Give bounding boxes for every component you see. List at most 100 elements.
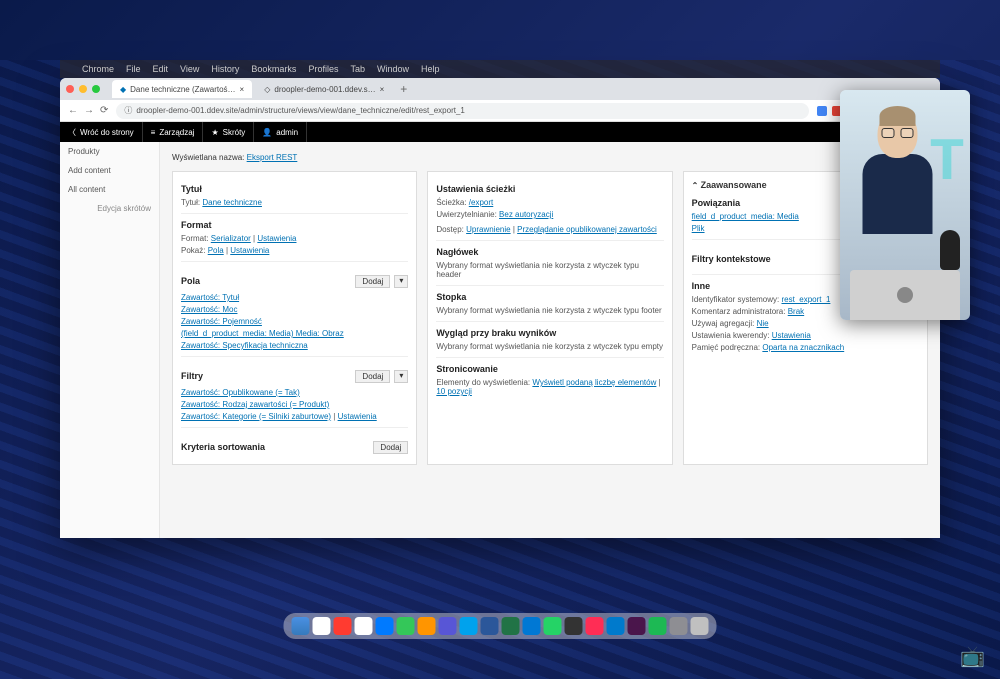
show-settings-link[interactable]: Ustawienia <box>230 246 269 255</box>
dock-app-icon[interactable] <box>586 617 604 635</box>
manage-menu[interactable]: ≡ Zarządzaj <box>143 122 204 142</box>
dock-settings-icon[interactable] <box>670 617 688 635</box>
add-filter-button[interactable]: Dodaj <box>355 370 390 383</box>
format-link[interactable]: Serializator <box>211 234 251 243</box>
close-tab-icon[interactable]: × <box>380 85 385 94</box>
access-link[interactable]: Uprawnienie <box>466 225 510 234</box>
user-icon: 👤 <box>262 128 272 137</box>
dock-trash-icon[interactable] <box>691 617 709 635</box>
menu-tab[interactable]: Tab <box>350 64 365 74</box>
title-link[interactable]: Dane techniczne <box>202 198 262 207</box>
dock-firefox-icon[interactable] <box>418 617 436 635</box>
menu-chrome[interactable]: Chrome <box>82 64 114 74</box>
field-link[interactable]: Zawartość: Tytuł <box>181 293 239 302</box>
menu-profiles[interactable]: Profiles <box>308 64 338 74</box>
aggregation-link[interactable]: Nie <box>757 319 769 328</box>
dock-whatsapp-icon[interactable] <box>544 617 562 635</box>
dock-app-icon[interactable] <box>397 617 415 635</box>
pager-count-link[interactable]: 10 pozycji <box>436 387 472 396</box>
user-menu[interactable]: 👤 admin <box>254 122 307 142</box>
add-field-dropdown[interactable]: ▾ <box>394 275 408 288</box>
reload-icon[interactable]: ⟳ <box>100 105 108 116</box>
menu-help[interactable]: Help <box>421 64 440 74</box>
dock-app-icon[interactable] <box>565 617 583 635</box>
browser-tab[interactable]: ◇ droopler-demo-001.ddev.s… × <box>256 80 392 98</box>
dock-finder-icon[interactable] <box>292 617 310 635</box>
section-contextual-filters: Filtry kontekstowe <box>692 254 771 264</box>
back-to-site[interactable]: 〈 Wróć do strony <box>60 122 143 142</box>
filter-link[interactable]: Zawartość: Opublikowane (= Tak) <box>181 388 300 397</box>
pager-link[interactable]: Wyświetl podaną liczbę elementów <box>532 378 656 387</box>
edit-shortcuts[interactable]: Edycja skrótów <box>60 199 159 218</box>
path-link[interactable]: /export <box>469 198 493 207</box>
add-field-button[interactable]: Dodaj <box>355 275 390 288</box>
shortcuts-sidebar: Produkty Add content All content Edycja … <box>60 142 160 538</box>
cache-link[interactable]: Oparta na znacznikach <box>762 343 844 352</box>
display-name-link[interactable]: Eksport REST <box>247 153 298 162</box>
dock-vscode-icon[interactable] <box>607 617 625 635</box>
close-tab-icon[interactable]: × <box>240 85 245 94</box>
maximize-window-button[interactable] <box>92 85 100 93</box>
sidebar-item[interactable]: Add content <box>60 161 159 180</box>
dock-outlook-icon[interactable] <box>523 617 541 635</box>
filter-settings-link[interactable]: Ustawienia <box>338 412 377 421</box>
field-link[interactable]: Zawartość: Moc <box>181 305 237 314</box>
admin-comment-link[interactable]: Brak <box>788 307 804 316</box>
star-icon: ★ <box>211 128 218 137</box>
tab-title: Dane techniczne (Zawartoś… <box>130 85 235 94</box>
address-input[interactable]: ⓘ droopler-demo-001.ddev.site/admin/stru… <box>116 103 809 119</box>
sidebar-item[interactable]: Produkty <box>60 142 159 161</box>
dock-excel-icon[interactable] <box>502 617 520 635</box>
macos-dock <box>284 613 717 639</box>
ext-icon[interactable] <box>817 106 827 116</box>
section-empty: Wygląd przy braku wyników <box>436 328 663 338</box>
relationship-link[interactable]: Plik <box>692 224 705 233</box>
filter-link[interactable]: Zawartość: Rodzaj zawartości (= Produkt) <box>181 400 329 409</box>
menu-history[interactable]: History <box>211 64 239 74</box>
dock-app-icon[interactable] <box>439 617 457 635</box>
field-link[interactable]: (field_d_product_media: Media) Media: Ob… <box>181 329 344 338</box>
menu-window[interactable]: Window <box>377 64 409 74</box>
dock-app-icon[interactable] <box>460 617 478 635</box>
field-link[interactable]: Zawartość: Pojemność <box>181 317 262 326</box>
shortcuts-menu[interactable]: ★ Skróty <box>203 122 254 142</box>
auth-link[interactable]: Bez autoryzacji <box>499 210 553 219</box>
minimize-window-button[interactable] <box>79 85 87 93</box>
menu-file[interactable]: File <box>126 64 141 74</box>
menu-view[interactable]: View <box>180 64 199 74</box>
dock-app-icon[interactable] <box>334 617 352 635</box>
menu-bookmarks[interactable]: Bookmarks <box>251 64 296 74</box>
section-fields: Pola <box>181 276 200 286</box>
dock-appstore-icon[interactable] <box>376 617 394 635</box>
site-info-icon[interactable]: ⓘ <box>124 105 132 116</box>
access-settings-link[interactable]: Przeglądanie opublikowanej zawartości <box>517 225 657 234</box>
dock-app-icon[interactable] <box>313 617 331 635</box>
section-footer: Stopka <box>436 292 663 302</box>
dock-calendar-icon[interactable] <box>355 617 373 635</box>
back-icon[interactable]: ← <box>68 105 78 116</box>
query-settings-link[interactable]: Ustawienia <box>772 331 811 340</box>
section-format: Format <box>181 220 408 230</box>
forward-icon[interactable]: → <box>84 105 94 116</box>
dock-slack-icon[interactable] <box>628 617 646 635</box>
filter-link[interactable]: Zawartość: Kategorie (= Silniki zaburtow… <box>181 412 331 421</box>
browser-tab-active[interactable]: ◆ Dane techniczne (Zawartoś… × <box>112 80 252 98</box>
add-filter-dropdown[interactable]: ▾ <box>394 370 408 383</box>
machine-name-link[interactable]: rest_export_1 <box>781 295 830 304</box>
dock-word-icon[interactable] <box>481 617 499 635</box>
format-settings-link[interactable]: Ustawienia <box>257 234 296 243</box>
dock-spotify-icon[interactable] <box>649 617 667 635</box>
section-pager: Stronicowanie <box>436 364 663 374</box>
webcam-overlay: T <box>840 90 970 320</box>
new-tab-button[interactable]: + <box>396 82 411 96</box>
drupal-toolbar: 〈 Wróć do strony ≡ Zarządzaj ★ Skróty 👤 … <box>60 122 940 142</box>
section-title: Tytuł <box>181 184 408 194</box>
show-link[interactable]: Pola <box>208 246 224 255</box>
relationship-link[interactable]: field_d_product_media: Media <box>692 212 799 221</box>
header-text: Wybrany format wyświetlania nie korzysta… <box>436 261 663 279</box>
close-window-button[interactable] <box>66 85 74 93</box>
field-link[interactable]: Zawartość: Specyfikacja techniczna <box>181 341 308 350</box>
sidebar-item[interactable]: All content <box>60 180 159 199</box>
menu-edit[interactable]: Edit <box>153 64 169 74</box>
add-sort-button[interactable]: Dodaj <box>373 441 408 454</box>
